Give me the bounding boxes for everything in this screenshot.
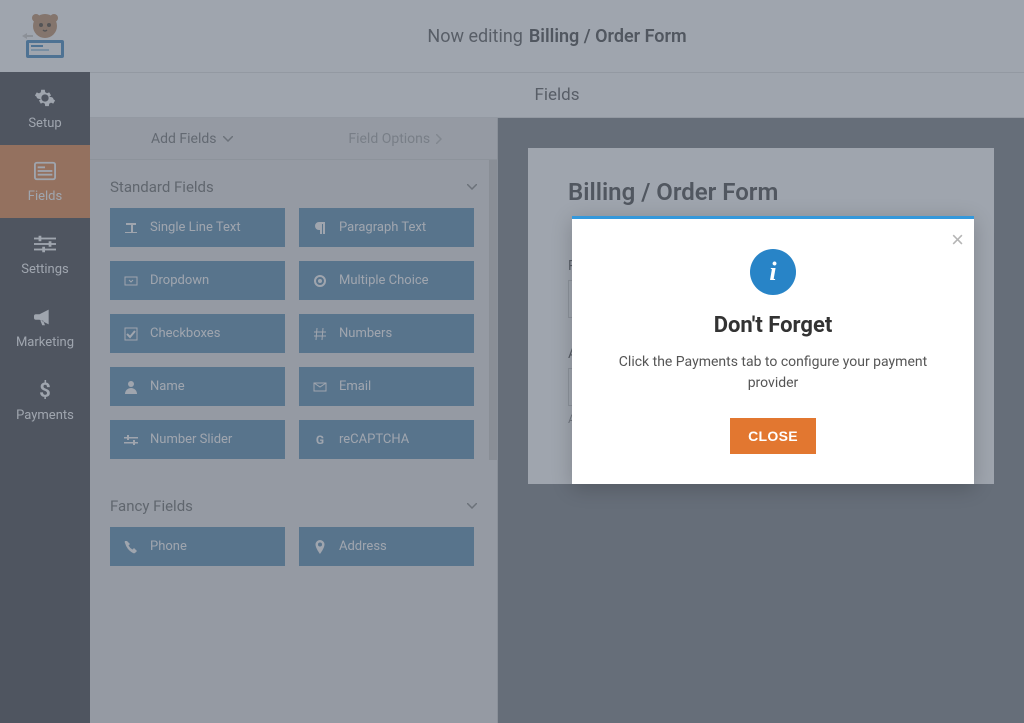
- modal-close-button[interactable]: ×: [951, 227, 964, 253]
- info-icon: i: [750, 249, 796, 295]
- modal-text: Click the Payments tab to configure your…: [600, 352, 946, 394]
- modal-dont-forget: × i Don't Forget Click the Payments tab …: [572, 216, 974, 484]
- modal-title: Don't Forget: [600, 313, 946, 338]
- modal-close-primary-button[interactable]: CLOSE: [730, 418, 816, 454]
